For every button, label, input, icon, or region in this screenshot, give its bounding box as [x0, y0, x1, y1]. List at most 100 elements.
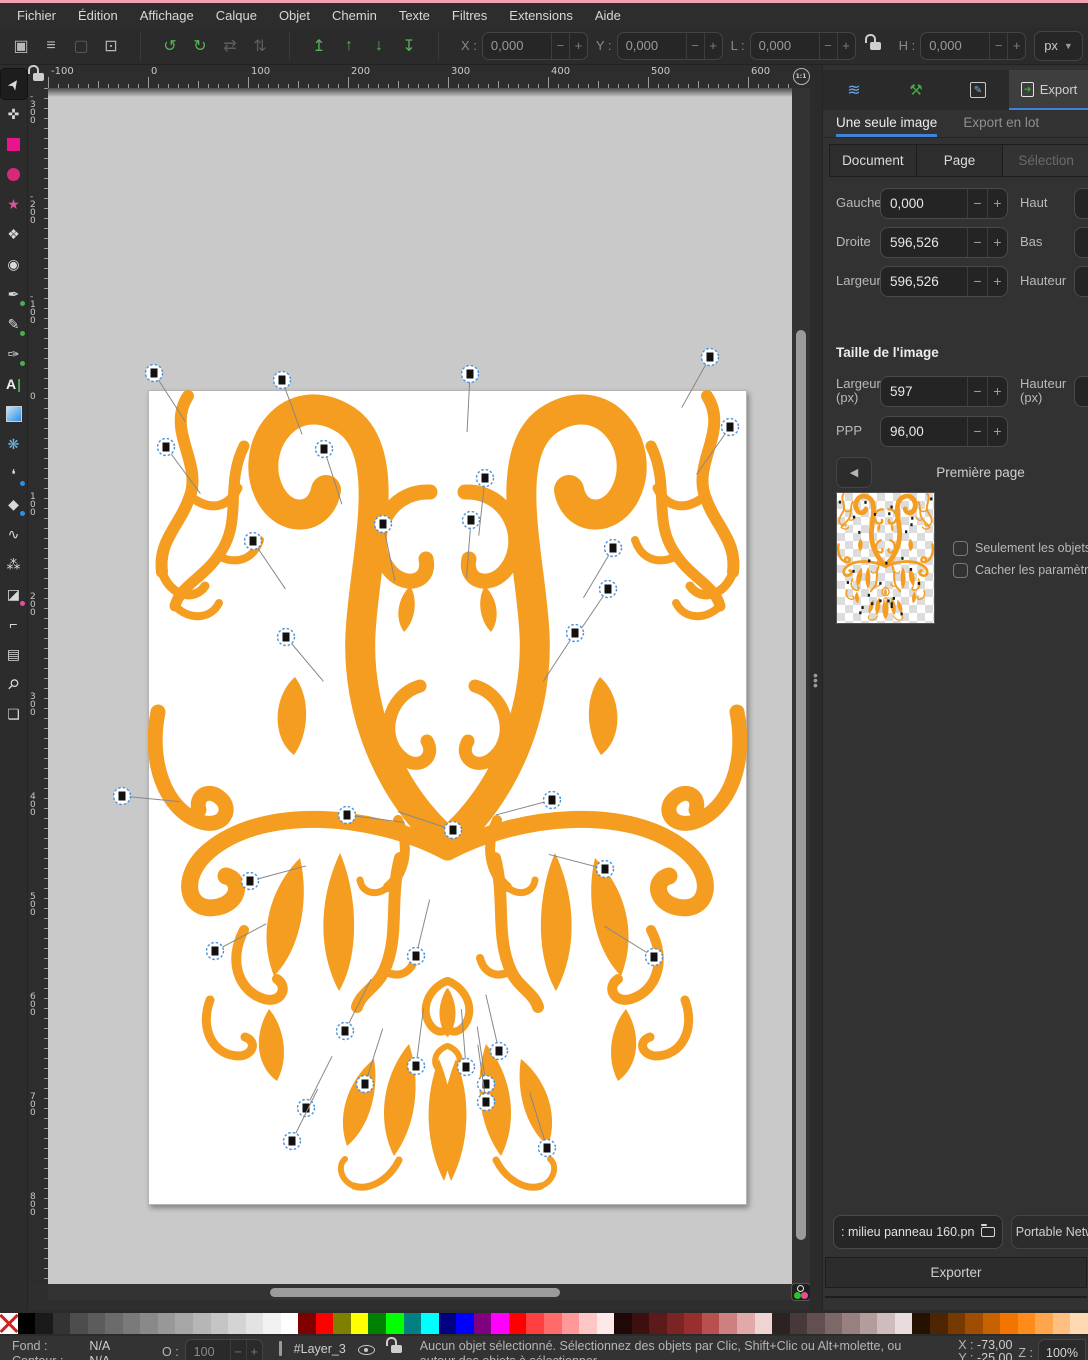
fill-stroke-tab[interactable]: ✎	[947, 70, 1009, 110]
color-swatch[interactable]	[597, 1313, 615, 1334]
objects-tab[interactable]: ≋	[823, 70, 885, 110]
zoom-value[interactable]: 100%	[1038, 1339, 1086, 1360]
mesh-gradient-tool[interactable]: ❋	[1, 429, 27, 459]
color-swatch[interactable]	[544, 1313, 562, 1334]
tab-batch-export[interactable]: Export en lot	[963, 110, 1039, 137]
color-swatch[interactable]	[246, 1313, 264, 1334]
raise-icon[interactable]: ↑	[334, 32, 364, 60]
pencil-tool[interactable]: ✎	[1, 309, 27, 339]
menu-affichage[interactable]: Affichage	[129, 6, 205, 25]
minus-icon[interactable]: −	[967, 417, 987, 446]
color-swatch[interactable]	[439, 1313, 457, 1334]
layer-visibility-icon[interactable]	[358, 1342, 375, 1356]
largeur-px-field[interactable]: 597−+	[880, 376, 1008, 407]
previous-page-button[interactable]: ◀	[836, 457, 872, 488]
spray-tool[interactable]: ⁂	[1, 549, 27, 579]
color-swatch[interactable]	[88, 1313, 106, 1334]
scrollbar-thumb[interactable]	[796, 330, 806, 1240]
color-swatch[interactable]	[1000, 1313, 1018, 1334]
plus-icon[interactable]: +	[987, 267, 1007, 296]
color-swatch[interactable]	[1018, 1313, 1036, 1334]
color-swatch[interactable]	[333, 1313, 351, 1334]
color-swatch[interactable]	[772, 1313, 790, 1334]
export-button[interactable]: Exporter	[825, 1257, 1087, 1288]
color-swatch[interactable]	[632, 1313, 650, 1334]
color-swatch[interactable]	[719, 1313, 737, 1334]
minus-icon[interactable]: −	[686, 33, 704, 59]
color-swatch[interactable]	[386, 1313, 404, 1334]
plus-icon[interactable]: +	[704, 33, 722, 59]
color-swatch[interactable]	[421, 1313, 439, 1334]
largeur-field[interactable]: 596,526−+	[880, 266, 1008, 297]
tab-single-image[interactable]: Une seule image	[836, 110, 937, 137]
menu-chemin[interactable]: Chemin	[321, 6, 388, 25]
box3d-tool[interactable]: ❖	[1, 219, 27, 249]
minus-icon[interactable]: −	[967, 267, 987, 296]
area-page-button[interactable]: Page	[916, 144, 1004, 177]
minus-icon[interactable]: −	[967, 228, 987, 257]
color-swatch[interactable]	[404, 1313, 422, 1334]
lower-to-bottom-icon[interactable]: ↧	[394, 32, 424, 60]
color-swatch[interactable]	[491, 1313, 509, 1334]
menu-texte[interactable]: Texte	[388, 6, 441, 25]
x-field[interactable]: 0,000−+	[482, 32, 588, 60]
bas-field[interactable]	[1074, 227, 1088, 258]
opacity-control[interactable]: O : 100−+	[162, 1339, 263, 1360]
color-swatch[interactable]	[790, 1313, 808, 1334]
open-folder-icon[interactable]	[981, 1227, 995, 1237]
color-swatch[interactable]	[614, 1313, 632, 1334]
vertical-ruler[interactable]: - 3 0 0- 2 0 0- 1 0 001 0 02 0 03 0 04 0…	[28, 88, 48, 1284]
color-swatch[interactable]	[825, 1313, 843, 1334]
minus-icon[interactable]: −	[967, 189, 987, 218]
plus-icon[interactable]: +	[837, 33, 855, 59]
menu-aide[interactable]: Aide	[584, 6, 632, 25]
hauteur-field[interactable]	[1074, 266, 1088, 297]
color-swatch[interactable]	[18, 1313, 36, 1334]
color-swatch[interactable]	[70, 1313, 88, 1334]
zoom-tool[interactable]: ⚲	[1, 669, 27, 699]
width-field[interactable]: 0,000−+	[750, 32, 856, 60]
color-swatch[interactable]	[158, 1313, 176, 1334]
color-swatch[interactable]	[895, 1313, 913, 1334]
pages-tool[interactable]: ❏	[1, 699, 27, 729]
lower-icon[interactable]: ↓	[364, 32, 394, 60]
ellipse-tool[interactable]	[1, 159, 27, 189]
menu-edition[interactable]: Édition	[67, 6, 129, 25]
menu-objet[interactable]: Objet	[268, 6, 321, 25]
color-swatch[interactable]	[368, 1313, 386, 1334]
color-swatch[interactable]	[702, 1313, 720, 1334]
connector-tool[interactable]: ⌐	[1, 609, 27, 639]
flip-vertical-icon[interactable]: ⇅	[245, 32, 275, 60]
color-swatch[interactable]	[211, 1313, 229, 1334]
color-swatch[interactable]	[965, 1313, 983, 1334]
layer-lock-icon[interactable]	[391, 1345, 402, 1353]
scrollbar-thumb[interactable]	[270, 1288, 560, 1297]
color-swatch[interactable]	[684, 1313, 702, 1334]
color-swatch[interactable]	[842, 1313, 860, 1334]
tweak-tool[interactable]: ∿	[1, 519, 27, 549]
color-swatch[interactable]	[140, 1313, 158, 1334]
rotate-cw-icon[interactable]: ↻	[185, 32, 215, 60]
color-swatch[interactable]	[737, 1313, 755, 1334]
trace-tab[interactable]: ⚒	[885, 70, 947, 110]
plus-icon[interactable]: +	[569, 33, 587, 59]
menu-filtres[interactable]: Filtres	[441, 6, 498, 25]
lock-ratio-icon[interactable]	[870, 42, 881, 50]
color-swatch[interactable]	[509, 1313, 527, 1334]
color-swatch[interactable]	[351, 1313, 369, 1334]
text-tool[interactable]: A|	[1, 369, 27, 399]
minus-icon[interactable]: −	[967, 377, 987, 406]
canvas[interactable]	[48, 88, 792, 1284]
calligraphy-tool[interactable]: ✑	[1, 339, 27, 369]
pen-tool[interactable]: ✒	[1, 279, 27, 309]
menu-extensions[interactable]: Extensions	[498, 6, 584, 25]
color-swatch[interactable]	[948, 1313, 966, 1334]
color-swatch[interactable]	[930, 1313, 948, 1334]
color-swatch[interactable]	[526, 1313, 544, 1334]
star-tool[interactable]: ★	[1, 189, 27, 219]
color-swatch[interactable]	[105, 1313, 123, 1334]
color-swatch[interactable]	[1035, 1313, 1053, 1334]
node-tool[interactable]: ✜	[1, 99, 27, 129]
horizontal-scrollbar[interactable]	[48, 1284, 792, 1300]
select-in-all-layers-icon[interactable]: ≡	[36, 32, 66, 60]
